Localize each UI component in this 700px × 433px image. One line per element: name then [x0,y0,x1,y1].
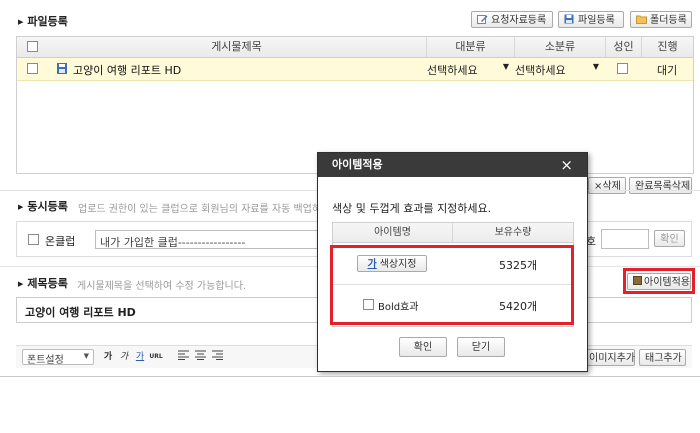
floppy-icon [564,13,575,24]
dialog-header: 아이템적용 × [318,153,587,177]
subcategory-select-value: 선택하세요 [515,64,566,77]
file-section-title: ▶ 파일등록 [18,15,68,28]
number-input[interactable] [601,229,649,249]
category-select-value: 선택하세요 [427,64,478,77]
header-item-qty: 보유수량 [453,223,573,243]
upload-panel: ▶ 파일등록 요청자료등록 파일등록 폴더등록 게시물제목 대분류 소분류 성인 … [0,0,700,377]
file-upload-button[interactable]: 파일등록 [558,11,624,28]
row-checkbox[interactable] [27,63,38,74]
image-add-button[interactable]: 이미지추가 [583,349,635,366]
font-select[interactable]: 폰트설정 ▼ [22,349,94,366]
header-subcategory: 소분류 [514,37,605,57]
sync-description: 업로드 권한이 있는 클럽으로 회원님의 자료를 자동 백업하 [78,204,322,215]
onclub-label: 온클럽 [45,235,76,248]
subcategory-select[interactable]: 선택하세요 ▼ [515,62,603,78]
header-select-all [17,37,47,57]
pencil-icon [477,13,488,24]
chevron-down-icon: ▼ [83,352,89,360]
close-icon[interactable]: × [560,153,573,177]
dialog-close-button[interactable]: 닫기 [457,337,505,357]
folder-upload-button[interactable]: 폴더등록 [630,11,692,28]
chevron-down-icon: ▼ [502,62,509,71]
club-select[interactable]: 내가 가입한 클럽----------------- [95,230,325,249]
file-table-header: 게시물제목 대분류 소분류 성인 진행 [17,37,693,58]
table-row[interactable]: 고양이 여행 리포트 HD 선택하세요 ▼ 선택하세요 ▼ 대기 [17,58,693,81]
dialog-confirm-button[interactable]: 확인 [399,337,447,357]
header-adult: 성인 [605,37,641,57]
sync-confirm-button[interactable]: 확인 [654,230,685,247]
adult-checkbox[interactable] [617,63,628,74]
url-button[interactable]: URL [149,350,163,364]
align-right-icon[interactable] [210,350,224,364]
underline-button[interactable]: 가 [133,350,147,364]
dialog-instruction: 색상 및 두껍게 효과를 지정하세요. [332,202,492,215]
header-title: 게시물제목 [211,40,262,53]
tag-add-button[interactable]: 태그추가 [639,349,686,366]
dialog-title: 아이템적용 [332,158,383,171]
align-left-icon[interactable] [176,350,190,364]
title-input-value: 고양이 여행 리포트 HD [25,306,136,319]
floppy-icon [57,63,67,77]
row-title[interactable]: 고양이 여행 리포트 HD [73,62,181,78]
folder-icon [636,13,647,24]
header-category: 대분류 [426,37,514,57]
title-description: 게시물제목을 선택하여 수정 가능합니다. [77,281,247,292]
align-center-icon[interactable] [193,350,207,364]
category-select[interactable]: 선택하세요 ▼ [427,62,513,78]
title-section-title: ▶ 제목등록 [18,277,68,290]
italic-button[interactable]: 가 [117,350,131,364]
select-all-checkbox[interactable] [27,41,38,52]
onclub-checkbox[interactable] [28,234,39,245]
club-select-value: 내가 가입한 클럽----------------- [100,236,246,249]
sync-section-title: ▶ 동시등록 [18,200,68,213]
bold-button[interactable]: 가 [101,350,115,364]
item-apply-highlight [623,268,695,294]
delete-completed-button[interactable]: 완료목록삭제 [629,177,692,194]
header-item-name: 아이템명 [333,223,453,243]
header-status: 진행 [641,37,693,57]
item-table-highlight [330,245,574,325]
row-status: 대기 [657,64,678,77]
item-apply-dialog: 아이템적용 × 색상 및 두껍게 효과를 지정하세요. 아이템명 보유수량 가색… [317,152,588,372]
request-upload-button[interactable]: 요청자료등록 [471,11,553,28]
chevron-down-icon: ▼ [592,62,599,71]
delete-button[interactable]: ×삭제 [588,177,626,194]
font-select-value: 폰트설정 [27,355,64,366]
